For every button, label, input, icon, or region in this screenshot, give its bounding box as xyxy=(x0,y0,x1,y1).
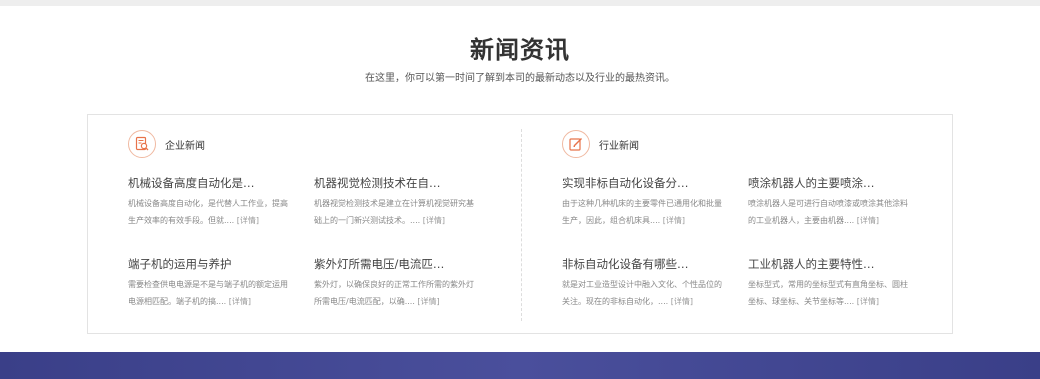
industry-news-column: 行业新闻 实现非标自动化设备分… 由于这种几种机床的主要零件已通用化和批量生产，… xyxy=(562,115,962,333)
news-item[interactable]: 端子机的运用与养护 需要检查供电电源是不是与端子机的额定运用电源相匹配。端子机的… xyxy=(128,256,288,310)
news-item-excerpt: 就是对工业造型设计中融入文化、个性品位的关注。现在的非标自动化，.... xyxy=(562,280,722,306)
details-link[interactable]: [详情] xyxy=(229,297,251,306)
details-link[interactable]: [详情] xyxy=(417,297,439,306)
news-item-excerpt: 坐标型式，常用的坐标型式有直角坐标、圆柱坐标、球坐标、关节坐标等.... xyxy=(748,280,908,306)
news-item-excerpt: 机器视觉检测技术是建立在计算机视觉研究基础上的一门新兴测试技术。.... xyxy=(314,199,474,225)
news-item-title[interactable]: 端子机的运用与养护 xyxy=(128,256,288,272)
news-item-desc: 机械设备高度自动化，是代替人工作业，提高生产效率的有效手段。但就.... [详情… xyxy=(128,195,288,229)
company-news-column: 企业新闻 机械设备高度自动化是… 机械设备高度自动化，是代替人工作业，提高生产效… xyxy=(128,115,528,333)
details-link[interactable]: [详情] xyxy=(423,216,445,225)
news-item-desc: 坐标型式，常用的坐标型式有直角坐标、圆柱坐标、球坐标、关节坐标等.... [详情… xyxy=(748,276,908,310)
news-item-excerpt: 由于这种几种机床的主要零件已通用化和批量生产，因此，组合机床具.... xyxy=(562,199,722,225)
details-link[interactable]: [详情] xyxy=(237,216,259,225)
top-strip xyxy=(0,0,1040,6)
news-item-title[interactable]: 机器视觉检测技术在自… xyxy=(314,175,474,191)
search-document-icon xyxy=(128,130,156,158)
news-item[interactable]: 紫外灯所需电压/电流匹… 紫外灯，以确保良好的正常工作所需的紫外灯所需电压/电流… xyxy=(314,256,474,310)
news-item[interactable]: 机器视觉检测技术在自… 机器视觉检测技术是建立在计算机视觉研究基础上的一门新兴测… xyxy=(314,175,474,229)
news-item[interactable]: 非标自动化设备有哪些… 就是对工业造型设计中融入文化、个性品位的关注。现在的非标… xyxy=(562,256,722,310)
news-item-desc: 需要检查供电电源是不是与端子机的额定运用电源相匹配。端子机的搞.... [详情] xyxy=(128,276,288,310)
news-item-excerpt: 机械设备高度自动化，是代替人工作业，提高生产效率的有效手段。但就.... xyxy=(128,199,288,225)
news-item-desc: 机器视觉检测技术是建立在计算机视觉研究基础上的一门新兴测试技术。.... [详情… xyxy=(314,195,474,229)
news-item-title[interactable]: 机械设备高度自动化是… xyxy=(128,175,288,191)
column-header[interactable]: 企业新闻 xyxy=(128,129,205,159)
details-link[interactable]: [详情] xyxy=(671,297,693,306)
news-item-excerpt: 紫外灯，以确保良好的正常工作所需的紫外灯所需电压/电流匹配，以确.... xyxy=(314,280,474,306)
news-item[interactable]: 机械设备高度自动化是… 机械设备高度自动化，是代替人工作业，提高生产效率的有效手… xyxy=(128,175,288,229)
section-title: 新闻资讯 xyxy=(470,36,570,64)
news-item-title[interactable]: 紫外灯所需电压/电流匹… xyxy=(314,256,474,272)
news-item-title[interactable]: 喷涂机器人的主要喷涂… xyxy=(748,175,908,191)
details-link[interactable]: [详情] xyxy=(857,216,879,225)
news-item-title[interactable]: 实现非标自动化设备分… xyxy=(562,175,722,191)
details-link[interactable]: [详情] xyxy=(857,297,879,306)
news-item-excerpt: 需要检查供电电源是不是与端子机的额定运用电源相匹配。端子机的搞.... xyxy=(128,280,288,306)
column-title: 行业新闻 xyxy=(599,140,639,152)
news-item-title[interactable]: 非标自动化设备有哪些… xyxy=(562,256,722,272)
column-header[interactable]: 行业新闻 xyxy=(562,129,639,159)
news-panel: 企业新闻 机械设备高度自动化是… 机械设备高度自动化，是代替人工作业，提高生产效… xyxy=(87,114,953,334)
news-item-desc: 紫外灯，以确保良好的正常工作所需的紫外灯所需电压/电流匹配，以确.... [详情… xyxy=(314,276,474,310)
edit-icon xyxy=(562,130,590,158)
news-item[interactable]: 喷涂机器人的主要喷涂… 喷涂机器人是可进行自动喷漆或喷涂其他涂料的工业机器人，主… xyxy=(748,175,908,229)
column-title: 企业新闻 xyxy=(165,140,205,152)
news-item[interactable]: 实现非标自动化设备分… 由于这种几种机床的主要零件已通用化和批量生产，因此，组合… xyxy=(562,175,722,229)
news-item-desc: 喷涂机器人是可进行自动喷漆或喷涂其他涂料的工业机器人，主要由机器.... [详情… xyxy=(748,195,908,229)
footer-band xyxy=(0,352,1040,379)
details-link[interactable]: [详情] xyxy=(663,216,685,225)
news-item-title[interactable]: 工业机器人的主要特性… xyxy=(748,256,908,272)
news-item-excerpt: 喷涂机器人是可进行自动喷漆或喷涂其他涂料的工业机器人，主要由机器.... xyxy=(748,199,908,225)
news-item-desc: 由于这种几种机床的主要零件已通用化和批量生产，因此，组合机床具.... [详情] xyxy=(562,195,722,229)
news-item-desc: 就是对工业造型设计中融入文化、个性品位的关注。现在的非标自动化，.... [详情… xyxy=(562,276,722,310)
news-item[interactable]: 工业机器人的主要特性… 坐标型式，常用的坐标型式有直角坐标、圆柱坐标、球坐标、关… xyxy=(748,256,908,310)
section-subtitle: 在这里，你可以第一时间了解到本司的最新动态以及行业的最热资讯。 xyxy=(365,73,675,84)
